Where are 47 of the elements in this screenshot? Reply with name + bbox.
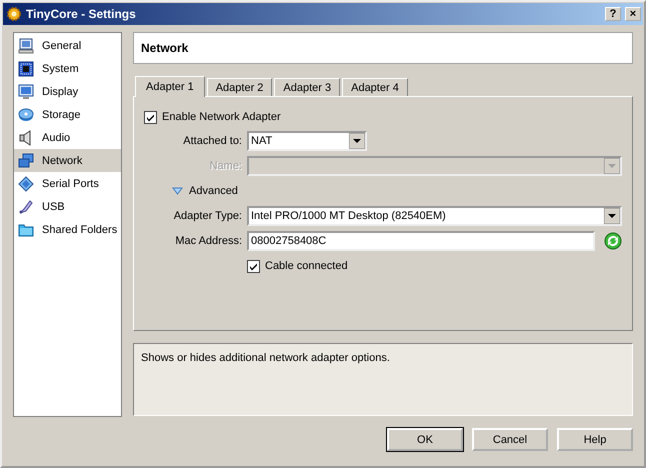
section-header: Network [133, 32, 633, 64]
enable-adapter-label[interactable]: Enable Network Adapter [162, 111, 281, 123]
tab[interactable]: Adapter 4 [342, 78, 408, 96]
window-title: TinyCore - Settings [26, 7, 137, 21]
attached-to-dropdown[interactable]: NAT [247, 131, 367, 151]
category-icon [18, 84, 34, 100]
description-text: Shows or hides additional network adapter options. [141, 352, 390, 364]
tab[interactable]: Adapter 1 [135, 76, 205, 97]
sidebar-item[interactable]: Audio [14, 126, 121, 149]
category-icon [18, 152, 34, 168]
field-label: Adapter Type: [172, 210, 242, 222]
sidebar-item[interactable]: Network [14, 149, 121, 172]
sidebar-item[interactable]: Storage [14, 103, 121, 126]
tab[interactable]: Adapter 3 [274, 78, 340, 96]
category-icon [18, 60, 34, 76]
refresh-icon[interactable] [604, 232, 622, 250]
gear-icon [6, 6, 22, 22]
sidebar-item[interactable]: USB [14, 195, 121, 218]
category-icon [18, 176, 34, 192]
sidebar-item[interactable]: General [14, 34, 121, 57]
category-icon [18, 198, 34, 214]
expand-icon [172, 187, 183, 195]
sidebar-item[interactable]: System [14, 57, 121, 80]
checkmark-icon [249, 262, 258, 270]
tab[interactable]: Adapter 2 [206, 78, 272, 96]
sidebar-item[interactable]: Display [14, 80, 121, 103]
field-label: Mac Address: [174, 235, 242, 247]
sidebar-item[interactable]: Serial Ports [14, 172, 121, 195]
advanced-toggle[interactable]: Advanced [144, 181, 244, 201]
dropdown-arrow-icon[interactable] [604, 208, 620, 224]
help-button[interactable]: ? [605, 7, 621, 21]
cable-connected-label[interactable]: Cable connected [265, 260, 348, 272]
dialog-button[interactable]: OK [387, 428, 463, 451]
dropdown-arrow-icon[interactable] [349, 133, 365, 149]
sidebar-item[interactable]: Shared Folders [14, 218, 121, 241]
checkmark-icon [146, 112, 155, 122]
checkbox[interactable] [247, 260, 260, 272]
field-label: Attached to: [182, 135, 242, 147]
checkbox[interactable] [144, 110, 157, 124]
dialog-button[interactable]: Cancel [472, 428, 548, 451]
close-button[interactable]: × [625, 7, 641, 21]
category-icon [18, 222, 34, 238]
mac-address-field[interactable]: 08002758408C [247, 231, 595, 251]
category-icon [18, 106, 34, 122]
category-icon [18, 38, 34, 54]
adapter-type-dropdown[interactable]: Intel PRO/1000 MT Desktop (82540EM) [247, 206, 622, 226]
dialog-button[interactable]: Help [557, 428, 633, 451]
